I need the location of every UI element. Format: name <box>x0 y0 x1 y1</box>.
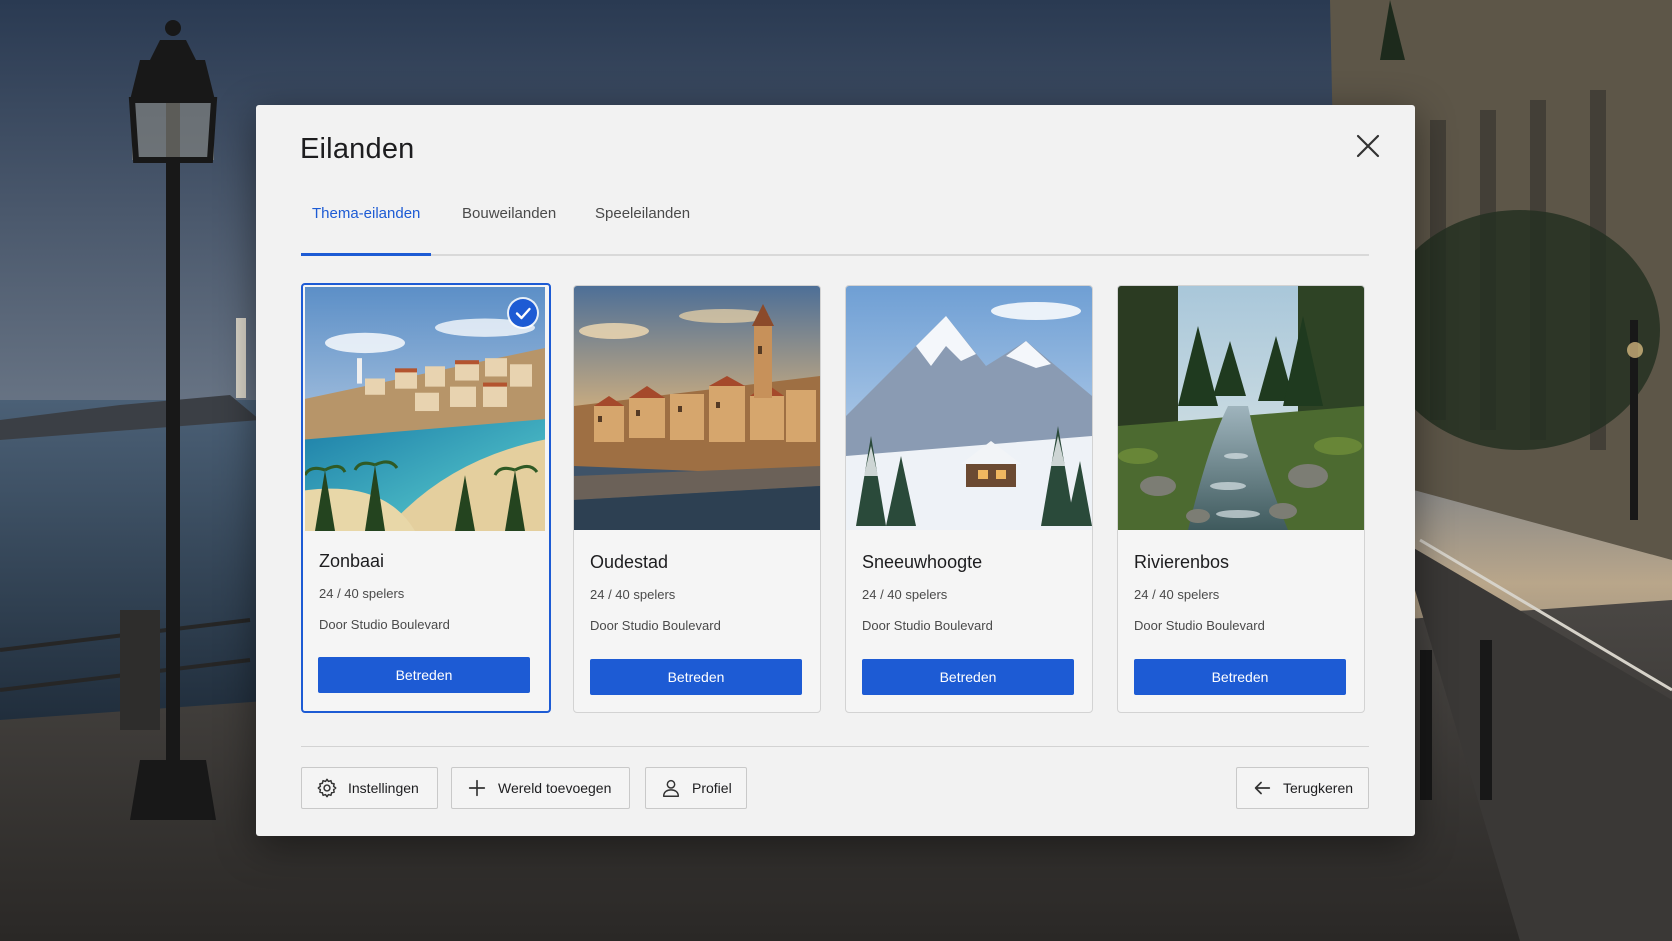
footer-divider <box>301 746 1369 747</box>
island-author: Door Studio Boulevard <box>319 617 450 632</box>
tab-bar: Thema-eilanden Bouweilanden Speeleilande… <box>301 180 1369 256</box>
player-count: 24 / 40 spelers <box>862 587 948 602</box>
old-town-image <box>574 286 820 530</box>
island-author: Door Studio Boulevard <box>1134 618 1265 633</box>
back-label: Terugkeren <box>1283 780 1354 796</box>
settings-button[interactable]: Instellingen <box>301 767 438 809</box>
island-name: Zonbaai <box>319 551 385 571</box>
island-author: Door Studio Boulevard <box>590 618 721 633</box>
forest-river-image <box>1118 286 1364 530</box>
tab-theme-islands[interactable]: Thema-eilanden <box>301 180 432 256</box>
island-author: Door Studio Boulevard <box>862 618 993 633</box>
user-icon <box>660 777 682 799</box>
tab-build-islands[interactable]: Bouweilanden <box>451 180 567 254</box>
close-icon <box>1356 134 1380 158</box>
add-world-button[interactable]: Wereld toevoegen <box>451 767 630 809</box>
tab-play-islands[interactable]: Speeleilanden <box>584 180 701 254</box>
enter-button[interactable]: Betreden <box>318 657 530 693</box>
selected-check-icon <box>509 299 537 327</box>
arrow-left-icon <box>1251 777 1273 799</box>
island-card-oudestad[interactable]: Oudestad 24 / 40 spelers Door Studio Bou… <box>573 285 821 713</box>
snowy-mountain-image <box>846 286 1092 530</box>
plus-icon <box>466 777 488 799</box>
island-name: Oudestad <box>590 552 669 572</box>
island-card-rivierenbos[interactable]: Rivierenbos 24 / 40 spelers Door Studio … <box>1117 285 1365 713</box>
profile-button[interactable]: Profiel <box>645 767 747 809</box>
enter-button[interactable]: Betreden <box>1134 659 1346 695</box>
islands-dialog: Eilanden Thema-eilanden Bouweilanden Spe… <box>256 105 1415 836</box>
island-card-zonbaai[interactable]: Zonbaai 24 / 40 spelers Door Studio Boul… <box>301 283 551 713</box>
island-name: Sneeuwhoogte <box>862 552 983 572</box>
island-thumbnail <box>1118 286 1364 530</box>
dialog-title: Eilanden <box>300 133 415 165</box>
island-thumbnail <box>846 286 1092 530</box>
island-card-sneeuwhoogte[interactable]: Sneeuwhoogte 24 / 40 spelers Door Studio… <box>845 285 1093 713</box>
back-button[interactable]: Terugkeren <box>1236 767 1369 809</box>
island-thumbnail <box>574 286 820 530</box>
island-name: Rivierenbos <box>1134 552 1230 572</box>
enter-button[interactable]: Betreden <box>862 659 1074 695</box>
enter-button[interactable]: Betreden <box>590 659 802 695</box>
player-count: 24 / 40 spelers <box>319 586 405 601</box>
gear-icon <box>316 777 338 799</box>
player-count: 24 / 40 spelers <box>590 587 676 602</box>
add-world-label: Wereld toevoegen <box>498 780 612 796</box>
close-button[interactable] <box>1353 131 1383 161</box>
settings-label: Instellingen <box>348 780 419 796</box>
player-count: 24 / 40 spelers <box>1134 587 1220 602</box>
profile-label: Profiel <box>692 780 732 796</box>
